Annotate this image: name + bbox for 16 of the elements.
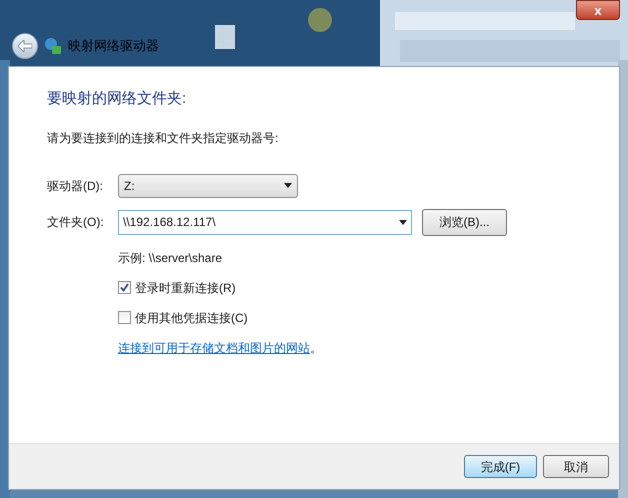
checkbox-label: 使用其他凭据连接(C) — [135, 310, 248, 326]
finish-button[interactable]: 完成(F) — [464, 455, 537, 478]
browse-button[interactable]: 浏览(B)... — [422, 208, 507, 236]
folder-label: 文件夹(O): — [47, 214, 105, 231]
example-text: 示例: \\server\share — [118, 250, 224, 266]
description: 请为要连接到的连接和文件夹指定驱动器号: — [47, 130, 280, 146]
cancel-button[interactable]: 取消 — [543, 455, 609, 478]
heading: 要映射的网络文件夹: — [47, 89, 188, 109]
close-button[interactable]: x — [576, 0, 620, 20]
folder-field[interactable]: \\192.168.12.117\ — [118, 210, 412, 234]
drive-dropdown[interactable]: Z: — [118, 174, 298, 198]
link-period: 。 — [310, 340, 322, 356]
checkbox-label: 登录时重新连接(R) — [135, 280, 236, 296]
drive-label: 驱动器(D): — [47, 178, 104, 194]
window-title: 映射网络驱动器 — [68, 37, 159, 56]
website-link[interactable]: 连接到可用于存储文档和图片的网站 — [118, 338, 310, 356]
